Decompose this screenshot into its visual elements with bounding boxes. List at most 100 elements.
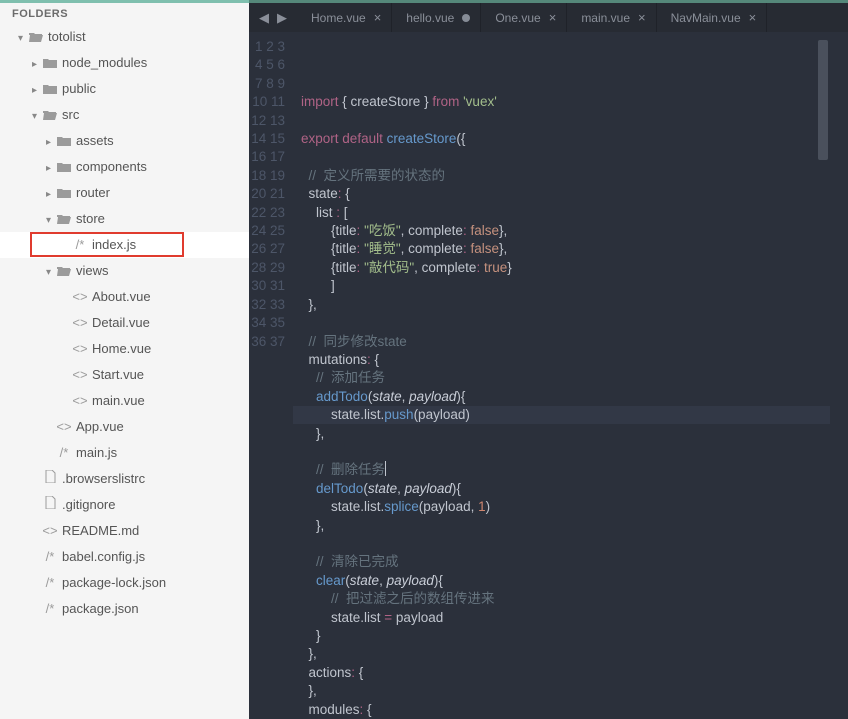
code-line: {title: "敲代码", complete: true} [301, 259, 830, 277]
nav-forward-icon[interactable]: ▶ [277, 10, 287, 26]
close-tab-icon[interactable]: × [374, 10, 382, 25]
tree-item[interactable]: ▸<>App.vue [0, 414, 249, 440]
tree-item-label: totolist [48, 29, 86, 44]
editor-tab[interactable]: Home.vue × [297, 3, 392, 32]
code-file-icon: <> [72, 284, 88, 310]
tab-label: NavMain.vue [671, 11, 741, 25]
tree-item[interactable]: ▸.browserslistrc [0, 466, 249, 492]
code-line: {title: "睡觉", complete: false}, [301, 240, 830, 258]
close-tab-icon[interactable]: × [638, 10, 646, 25]
code-line: export default createStore({ [301, 130, 830, 148]
js-file-icon: /* [42, 596, 58, 622]
tree-item-label: Start.vue [92, 367, 144, 382]
folder-sidebar: FOLDERS ▾totolist▸node_modules▸public▾sr… [0, 0, 249, 719]
folder-icon [56, 128, 72, 154]
code-line: state.list.splice(payload, 1) [301, 498, 830, 516]
tree-item[interactable]: ▸/*package-lock.json [0, 570, 249, 596]
code-file-icon: <> [42, 518, 58, 544]
tree-item[interactable]: ▸<>About.vue [0, 284, 249, 310]
code-line: // 添加任务 [301, 369, 830, 387]
tab-label: One.vue [495, 11, 540, 25]
editor-tab[interactable]: One.vue × [481, 3, 567, 32]
expand-arrow-icon[interactable]: ▾ [46, 260, 56, 286]
tree-item[interactable]: ▸<>Start.vue [0, 362, 249, 388]
editor-tab[interactable]: NavMain.vue × [657, 3, 768, 32]
tree-item-label: Detail.vue [92, 315, 150, 330]
dirty-indicator-icon [462, 14, 470, 22]
js-file-icon: /* [56, 440, 72, 466]
close-tab-icon[interactable]: × [549, 10, 557, 25]
tree-item[interactable]: ▸/*main.js [0, 440, 249, 466]
tree-item[interactable]: ▾views [0, 258, 249, 284]
folder-icon [42, 50, 58, 76]
code-line [301, 535, 830, 553]
sidebar-title: FOLDERS [0, 3, 249, 24]
expand-arrow-icon[interactable]: ▾ [46, 208, 56, 234]
code-file-icon: <> [72, 310, 88, 336]
code-line: actions: { [301, 664, 830, 682]
code-file-icon: <> [72, 388, 88, 414]
close-tab-icon[interactable]: × [749, 10, 757, 25]
tree-item[interactable]: ▸<>main.vue [0, 388, 249, 414]
js-file-icon: /* [42, 570, 58, 596]
tree-item-label: index.js [92, 237, 136, 252]
tree-item[interactable]: ▸<>README.md [0, 518, 249, 544]
tree-item[interactable]: ▾src [0, 102, 249, 128]
code-line: list : [ [301, 204, 830, 222]
tree-item-label: babel.config.js [62, 549, 145, 564]
expand-arrow-icon[interactable]: ▸ [32, 52, 42, 78]
tree-item[interactable]: ▸/*package.json [0, 596, 249, 622]
code-line: // 定义所需要的状态的 [301, 167, 830, 185]
code-area[interactable]: 1 2 3 4 5 6 7 8 9 10 11 12 13 14 15 16 1… [249, 32, 848, 719]
editor-tab[interactable]: main.vue× [567, 3, 656, 32]
file-icon [42, 466, 58, 492]
code-line: }, [301, 645, 830, 663]
expand-arrow-icon[interactable]: ▸ [32, 78, 42, 104]
js-file-icon: /* [42, 544, 58, 570]
expand-arrow-icon[interactable]: ▸ [46, 130, 56, 156]
tree-item-label: App.vue [76, 419, 124, 434]
tree-item-label: Home.vue [92, 341, 151, 356]
tree-item-label: assets [76, 133, 114, 148]
code-line: delTodo(state, payload){ [301, 480, 830, 498]
tree-item-label: package-lock.json [62, 575, 166, 590]
tree-item[interactable]: ▾ totolist [0, 24, 249, 50]
code-content[interactable]: import { createStore } from 'vuex' expor… [293, 32, 830, 719]
tree-item[interactable]: ▸<>Detail.vue [0, 310, 249, 336]
minimap[interactable] [830, 32, 848, 719]
js-file-icon: /* [72, 232, 88, 258]
folder-icon [56, 154, 72, 180]
tree-item[interactable]: ▸/*index.js [0, 232, 249, 258]
tree-item-label: main.vue [92, 393, 145, 408]
tree-item[interactable]: ▸<>Home.vue [0, 336, 249, 362]
editor-tab[interactable]: hello.vue [392, 3, 481, 32]
expand-arrow-icon[interactable]: ▾ [18, 26, 28, 52]
tree-item-label: store [76, 211, 105, 226]
code-line: mutations: { [301, 351, 830, 369]
tree-item[interactable]: ▸components [0, 154, 249, 180]
code-line: } [301, 627, 830, 645]
tree-item[interactable]: ▸ public [0, 76, 249, 102]
expand-arrow-icon[interactable]: ▸ [46, 182, 56, 208]
tree-item[interactable]: ▾ store [0, 206, 249, 232]
tree-item[interactable]: ▸ router [0, 180, 249, 206]
tab-label: Home.vue [311, 11, 366, 25]
expand-arrow-icon[interactable]: ▸ [46, 156, 56, 182]
tree-item[interactable]: ▸/*babel.config.js [0, 544, 249, 570]
tree-item-label: README.md [62, 523, 139, 538]
history-nav[interactable]: ◀ ▶ [249, 3, 297, 32]
code-line: ] [301, 277, 830, 295]
code-file-icon: <> [56, 414, 72, 440]
code-line: state.list.push(payload) [301, 406, 830, 424]
code-line: {title: "吃饭", complete: false}, [301, 222, 830, 240]
tree-item[interactable]: ▸.gitignore [0, 492, 249, 518]
tree-item[interactable]: ▸node_modules [0, 50, 249, 76]
code-line: modules: { [301, 701, 830, 719]
expand-arrow-icon[interactable]: ▾ [32, 104, 42, 130]
nav-back-icon[interactable]: ◀ [259, 10, 269, 26]
folder-open-icon [56, 258, 72, 284]
text-cursor [385, 461, 386, 476]
tree-item-label: router [76, 185, 110, 200]
tree-item[interactable]: ▸ assets [0, 128, 249, 154]
tree-item-label: public [62, 81, 96, 96]
